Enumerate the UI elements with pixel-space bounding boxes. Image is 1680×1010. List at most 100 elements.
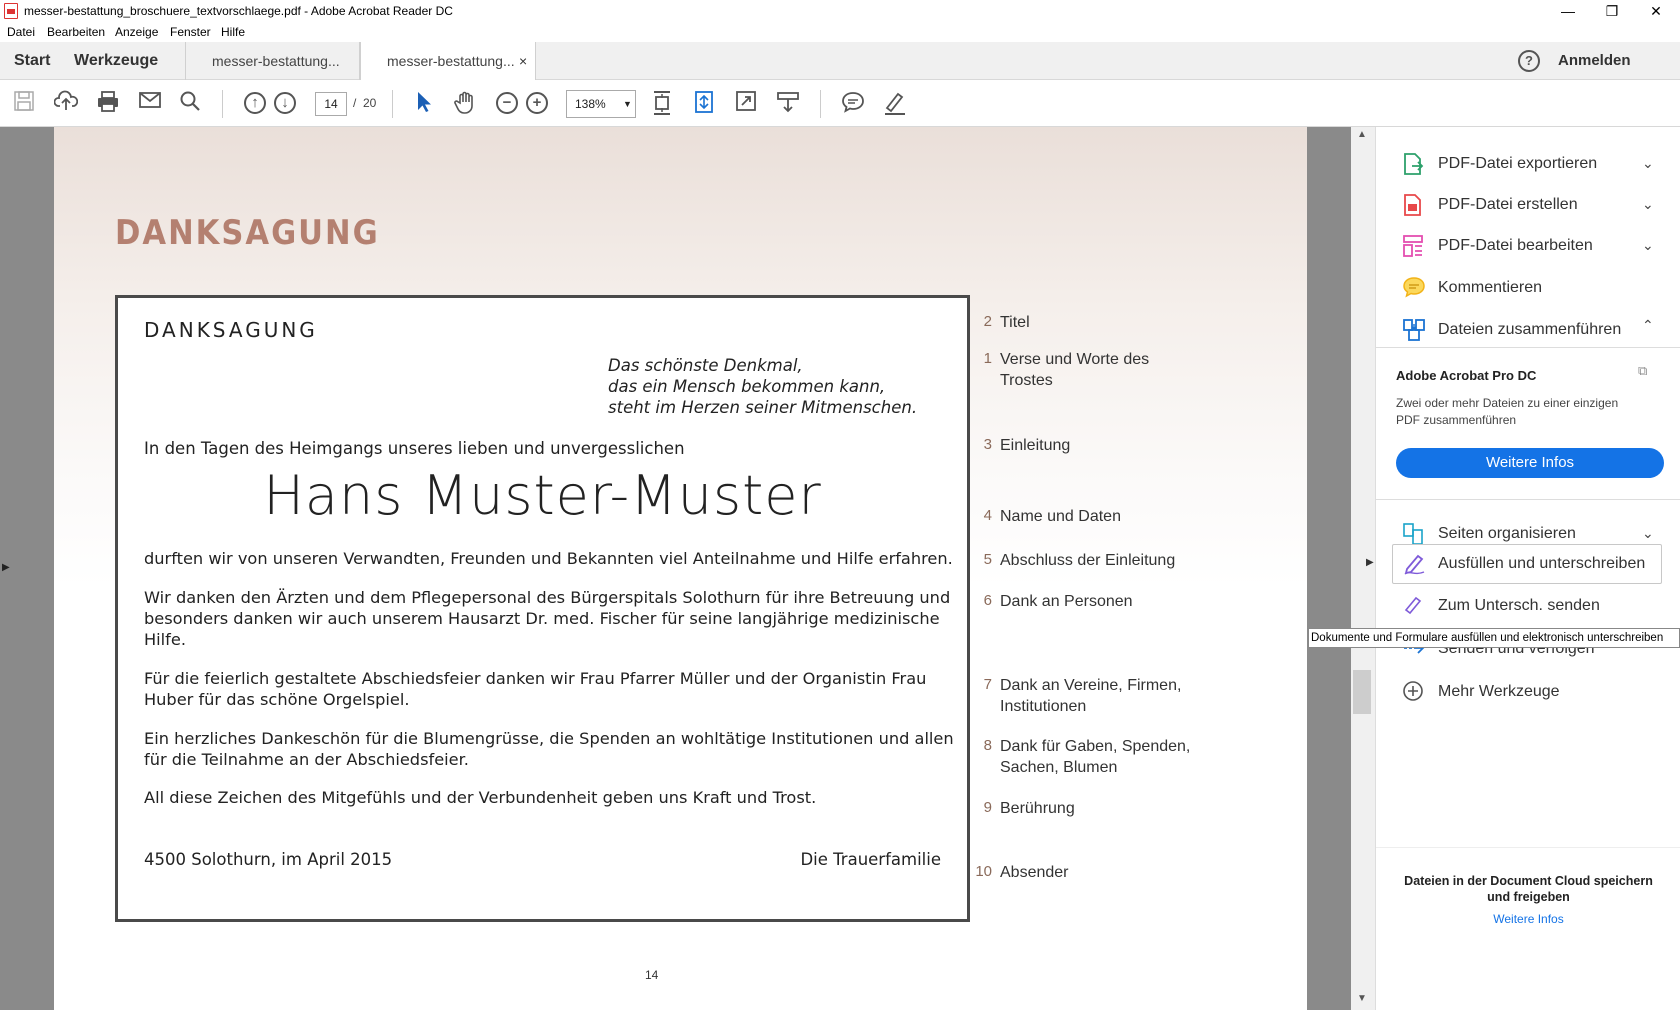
zoom-in-icon[interactable]: + [526,92,548,114]
comment-icon [1402,276,1425,298]
tab-close-icon[interactable]: × [519,42,527,80]
help-icon[interactable]: ? [1518,50,1540,72]
fit-page-icon[interactable] [649,90,675,116]
print-icon[interactable] [95,90,121,116]
tab-document-1[interactable]: messer-bestattung... [185,42,360,80]
hand-tool-icon[interactable] [453,90,479,116]
tool-create-pdf-label: PDF-Datei erstellen [1438,196,1578,213]
card-title: DANKSAGUNG [144,318,318,342]
zoom-out-icon[interactable]: − [496,92,518,114]
menu-fenster[interactable]: Fenster [170,25,211,39]
zoom-value: 138% [575,97,606,111]
label-number: 9 [983,799,992,816]
menu-datei[interactable]: Datei [7,25,35,39]
tool-comment-label: Kommentieren [1438,279,1543,296]
thanks-gifts-paragraph: Ein herzliches Dankeschön für die Blumen… [144,728,954,770]
menu-anzeige[interactable]: Anzeige [115,25,158,39]
label-verse-line-2: Trostes [1000,372,1053,389]
left-panel-toggle-icon[interactable]: ▶ [2,562,10,573]
comment-icon[interactable] [840,90,866,116]
thanks-gifts-line-2: für die Teilnahme an der Abschiedsfeier. [144,750,469,769]
pdf-file-icon [4,3,18,19]
page-total: 20 [363,96,377,110]
restore-button[interactable]: ❐ [1590,0,1634,22]
tab-document-2[interactable]: messer-bestattung... × [360,42,536,81]
tool-edit-pdf-label: PDF-Datei bearbeiten [1438,237,1593,254]
promo-text: Zwei oder mehr Dateien zu einer einzigen… [1396,395,1618,429]
label-einleitung: Einleitung [1000,437,1071,454]
chevron-down-icon[interactable]: ⌄ [1642,525,1654,542]
more-tools-icon [1402,680,1424,702]
label-beruehrung: Berührung [1000,800,1075,817]
label-number: 2 [983,313,992,330]
upload-cloud-icon[interactable] [53,90,79,116]
obituary-card: DANKSAGUNG Das schönste Denkmal, das ein… [115,295,970,922]
thanks-persons-line-3: Hilfe. [144,630,186,649]
read-mode-icon[interactable] [775,90,801,116]
verse-line-3: steht im Herzen seiner Mitmenschen. [608,398,918,417]
cloud-promo-text: Dateien in der Document Cloud speichern … [1376,873,1680,905]
collapse-panel-icon[interactable]: ▶ [1366,557,1374,568]
vertical-scrollbar[interactable]: ▲ ▼ [1351,127,1375,1010]
scroll-mode-icon[interactable] [691,90,717,116]
label-verse-line-1: Verse und Worte des [1000,351,1150,368]
chevron-up-icon[interactable]: ⌃ [1642,317,1654,334]
label-dank-gaben-line-1: Dank für Gaben, Spenden, [1000,738,1191,755]
menu-hilfe[interactable]: Hilfe [221,25,245,39]
closing-text: All diese Zeichen des Mitgefühls und der… [144,788,817,807]
tab-werkzeuge[interactable]: Werkzeuge [74,42,158,80]
save-icon[interactable] [11,90,37,116]
fill-sign-icon [1402,552,1425,575]
sender-signature: Die Trauerfamilie [800,850,941,869]
scroll-up-icon[interactable]: ▲ [1357,129,1367,140]
cloud-promo-line-2: und freigeben [1487,890,1570,904]
page-number-input[interactable]: 14 [315,92,347,116]
tab-document-1-label: messer-bestattung... [212,53,340,69]
page-heading: DANKSAGUNG [115,213,380,253]
thanks-institutions-line-1: Für die feierlich gestaltete Abschiedsfe… [144,669,927,688]
label-dank-vereine-line-2: Institutionen [1000,698,1087,715]
verse-line-1: Das schönste Denkmal, [608,356,803,375]
scroll-down-icon[interactable]: ▼ [1357,993,1367,1004]
label-number: 8 [983,737,992,754]
signin-button[interactable]: Anmelden [1558,42,1631,80]
email-icon[interactable] [137,90,163,116]
tab-document-2-label: messer-bestattung... [387,53,515,69]
tool-export-pdf-label: PDF-Datei exportieren [1438,155,1598,172]
chevron-down-icon[interactable]: ⌄ [1642,155,1654,172]
page-separator: / [353,96,357,110]
close-window-button[interactable]: ✕ [1634,0,1678,22]
chevron-down-icon[interactable]: ⌄ [1642,237,1654,254]
tab-start[interactable]: Start [14,42,50,80]
chevron-down-icon[interactable]: ⌄ [1642,196,1654,213]
tooltip: Dokumente und Formulare ausfüllen und el… [1308,628,1680,648]
next-page-icon[interactable]: ↓ [274,92,296,114]
label-titel: Titel [1000,314,1030,331]
select-cursor-icon[interactable] [411,90,437,116]
cloud-more-info-link[interactable]: Weitere Infos [1376,912,1680,926]
place-date: 4500 Solothurn, im April 2015 [144,850,393,869]
thanks-institutions-line-2: Huber für das schöne Orgelspiel. [144,690,410,709]
organize-pages-icon [1402,522,1424,545]
label-dank-vereine: Dank an Vereine, Firmen, Institutionen [1000,675,1181,717]
previous-page-icon[interactable]: ↑ [244,92,266,114]
menu-bearbeiten[interactable]: Bearbeiten [47,25,105,39]
window-title: messer-bestattung_broschuere_textvorschl… [24,4,453,18]
tool-send-for-signature-label: Zum Untersch. senden [1438,597,1600,614]
label-absender: Absender [1000,864,1069,881]
tab-bar: Start Werkzeuge messer-bestattung... mes… [0,42,1680,81]
scrollbar-thumb[interactable] [1353,670,1371,714]
promo-title: Adobe Acrobat Pro DC [1396,368,1537,383]
more-info-button[interactable]: Weitere Infos [1396,448,1664,478]
label-number: 3 [983,436,992,453]
fullscreen-icon[interactable] [733,90,759,116]
deceased-name: Hans Muster-Muster [263,464,822,527]
thanks-persons-line-1: Wir danken den Ärzten und dem Pflegepers… [144,588,951,607]
highlight-pen-icon[interactable] [881,90,907,116]
minimize-button[interactable]: — [1546,0,1590,22]
search-icon[interactable] [177,90,203,116]
zoom-select[interactable]: 138% ▼ [566,90,636,118]
label-number: 10 [975,863,992,880]
tools-panel: ▶ PDF-Datei exportieren ⌄ PDF-Datei erst… [1366,127,1680,1010]
thanks-persons-line-2: besonders danken wir auch unserem Hausar… [144,609,940,628]
